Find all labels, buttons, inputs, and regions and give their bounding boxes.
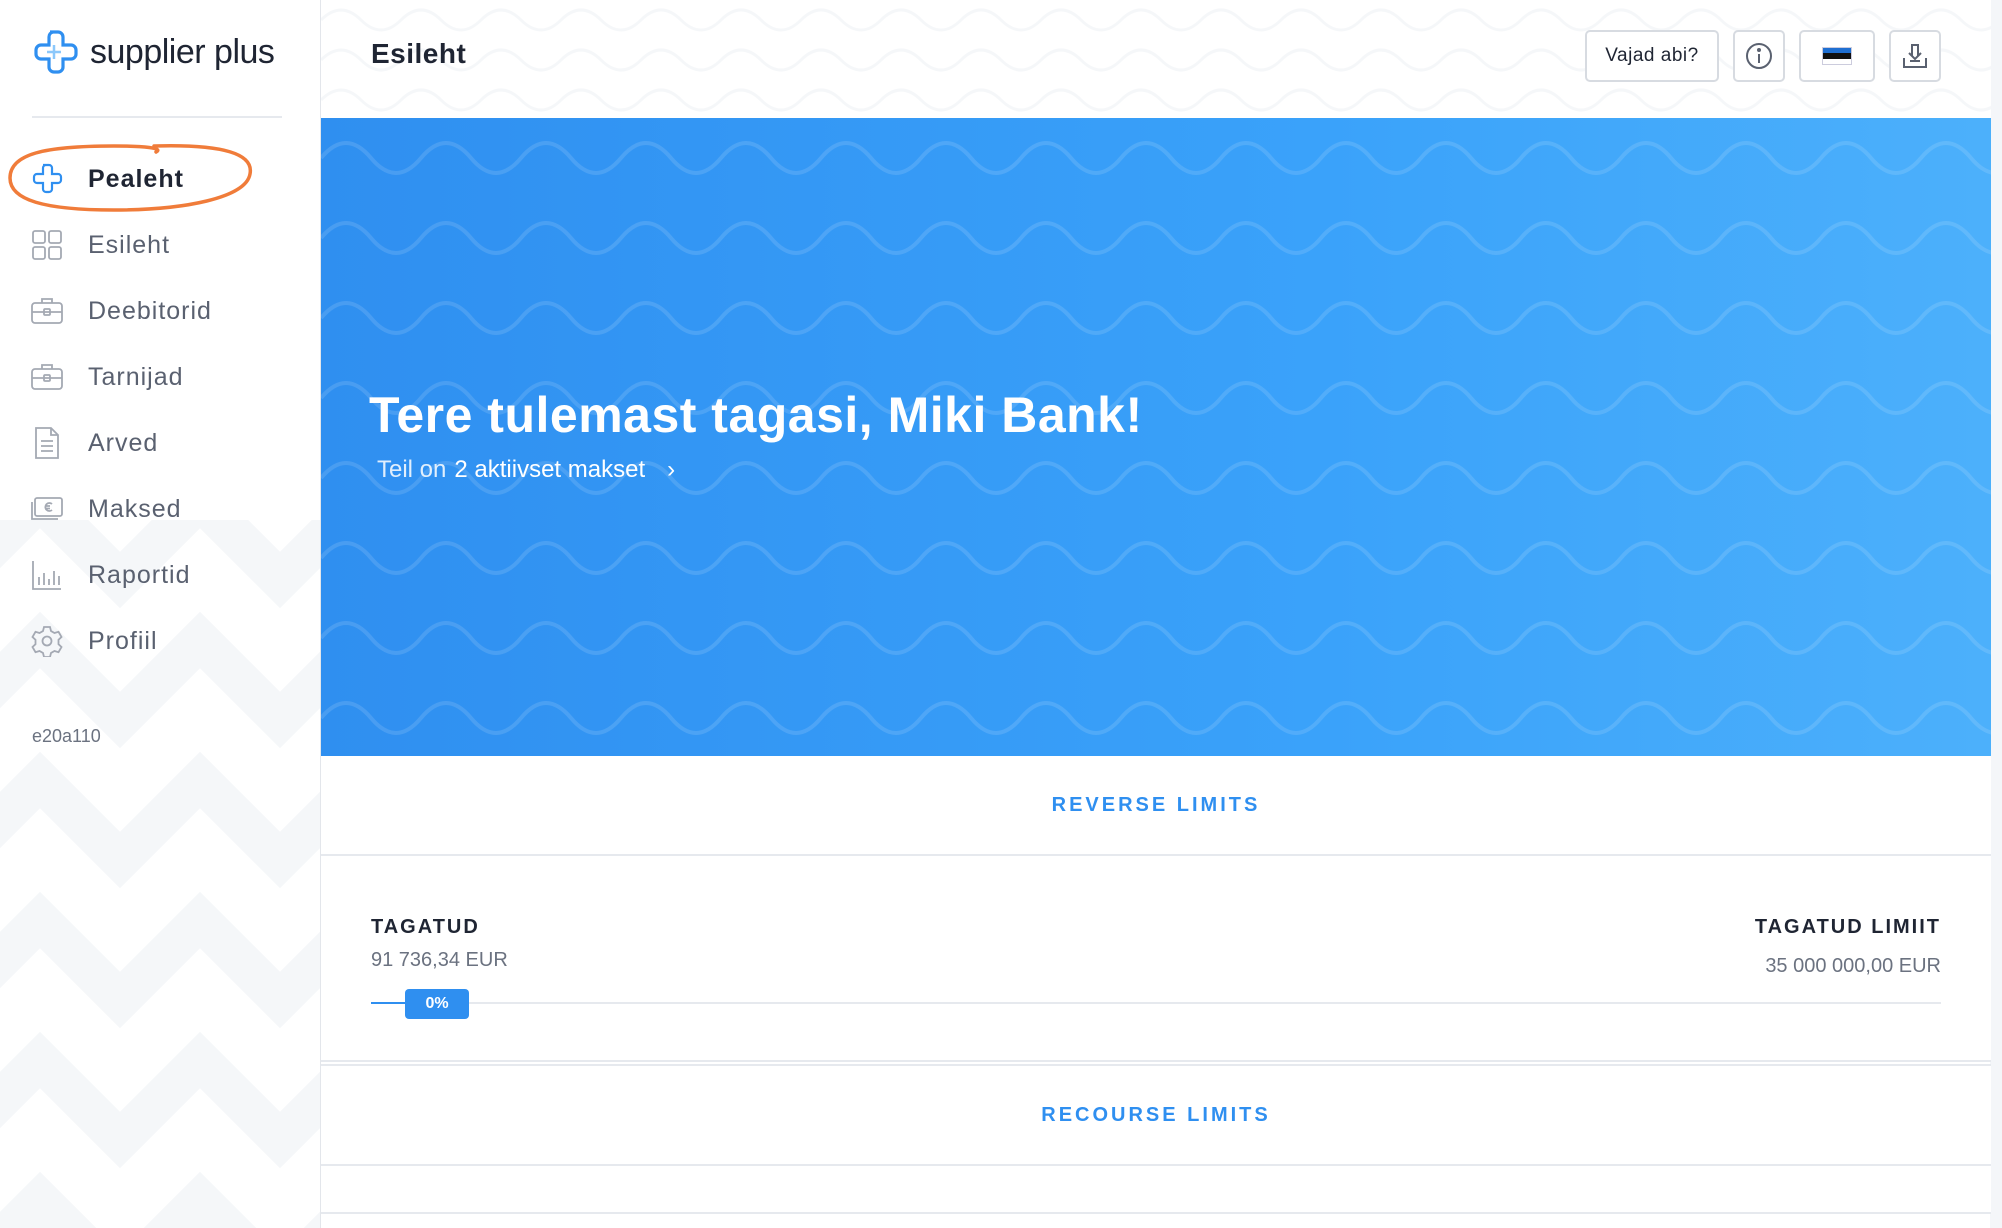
page-title: Esileht	[371, 38, 467, 69]
grid-icon	[30, 228, 64, 262]
sidebar-item-tarnijad[interactable]: Tarnijad	[0, 344, 320, 410]
brand-name-part2: plus	[214, 32, 275, 71]
help-button[interactable]: Vajad abi?	[1585, 30, 1719, 82]
sidebar-item-profiil[interactable]: Profiil	[0, 608, 320, 674]
reverse-limits-card: REVERSE LIMITS TAGATUD 91 736,34 EUR TAG…	[321, 756, 1991, 1062]
active-payments-count: 2 aktiivset makset	[454, 456, 646, 483]
sidebar-divider	[32, 116, 282, 118]
logout-icon	[1903, 44, 1927, 68]
top-bar: Esileht Vajad abi?	[321, 0, 1991, 118]
reverse-limits-body: TAGATUD 91 736,34 EUR TAGATUD LIMIIT 35 …	[321, 856, 1991, 1062]
sidebar-item-arved[interactable]: Arved	[0, 410, 320, 476]
info-button[interactable]	[1733, 30, 1785, 82]
recourse-limits-title[interactable]: RECOURSE LIMITS	[1041, 1104, 1270, 1127]
brand-name-part1: supplier	[90, 32, 206, 71]
sidebar-item-label: Tarnijad	[88, 362, 184, 391]
recourse-limits-header: RECOURSE LIMITS	[321, 1066, 1991, 1166]
active-payments-prefix: Teil on	[377, 456, 447, 483]
logout-button[interactable]	[1889, 30, 1941, 82]
bar-chart-icon	[30, 558, 64, 592]
gear-icon	[30, 624, 64, 658]
app-version: e20a110	[32, 726, 101, 746]
document-icon	[30, 426, 64, 460]
info-icon	[1746, 43, 1772, 69]
main-content: Esileht Vajad abi? Tere tulemast tagasi,…	[320, 0, 1991, 1228]
guaranteed-limit-value: 35 000 000,00 EUR	[1765, 955, 1941, 977]
guaranteed-limit: TAGATUD LIMIIT 35 000 000,00 EUR	[1755, 916, 1941, 978]
reverse-limits-title[interactable]: REVERSE LIMITS	[1052, 794, 1261, 817]
estonia-flag-icon	[1822, 47, 1852, 65]
briefcase-icon	[30, 294, 64, 328]
sidebar-item-label: Raportid	[88, 560, 191, 589]
limit-progress-fill	[371, 1002, 405, 1004]
active-payments-link[interactable]: Teil on 2 aktiivset makset ›	[377, 456, 675, 484]
sidebar-item-deebitorid[interactable]: Deebitorid	[0, 278, 320, 344]
welcome-title: Tere tulemast tagasi, Miki Bank!	[369, 387, 1143, 443]
reverse-limits-header: REVERSE LIMITS	[321, 756, 1991, 856]
sidebar-nav: Pealeht Esileht Deebitorid Tarnijad Arve…	[0, 146, 320, 674]
plus-logo-icon	[30, 162, 64, 196]
sidebar-item-raportid[interactable]: Raportid	[0, 542, 320, 608]
guaranteed-limit-label: TAGATUD LIMIIT	[1754, 916, 1941, 938]
sidebar: supplier plus Pealeht Esileht Deebitorid…	[0, 0, 320, 1228]
briefcase-icon	[30, 360, 64, 394]
supplier-plus-logo-icon	[34, 30, 78, 74]
guaranteed-value: 91 736,34 EUR	[371, 949, 508, 971]
euro-bill-icon	[30, 492, 64, 526]
guaranteed-label: TAGATUD	[371, 916, 480, 938]
limit-progress-track	[371, 1002, 1941, 1004]
welcome-hero: Tere tulemast tagasi, Miki Bank! Teil on…	[321, 118, 1991, 756]
recourse-limits-card: RECOURSE LIMITS	[321, 1064, 1991, 1214]
sidebar-item-label: Pealeht	[88, 164, 184, 193]
language-button[interactable]	[1799, 30, 1875, 82]
sidebar-item-maksed[interactable]: Maksed	[0, 476, 320, 542]
sidebar-item-label: Profiil	[88, 626, 158, 655]
brand-logo[interactable]: supplier plus	[32, 28, 275, 76]
guaranteed-amount: TAGATUD 91 736,34 EUR	[371, 916, 508, 972]
sidebar-item-label: Esileht	[88, 230, 171, 259]
sidebar-item-label: Arved	[88, 428, 159, 457]
brand-name: supplier plus	[90, 32, 275, 72]
sidebar-item-label: Maksed	[88, 494, 182, 523]
chevron-right-icon: ›	[667, 456, 676, 483]
limit-progress-badge: 0%	[405, 989, 469, 1019]
header-actions: Vajad abi?	[1585, 30, 1941, 82]
sidebar-item-pealeht[interactable]: Pealeht	[0, 146, 320, 212]
sidebar-item-label: Deebitorid	[88, 296, 212, 325]
sidebar-item-esileht[interactable]: Esileht	[0, 212, 320, 278]
